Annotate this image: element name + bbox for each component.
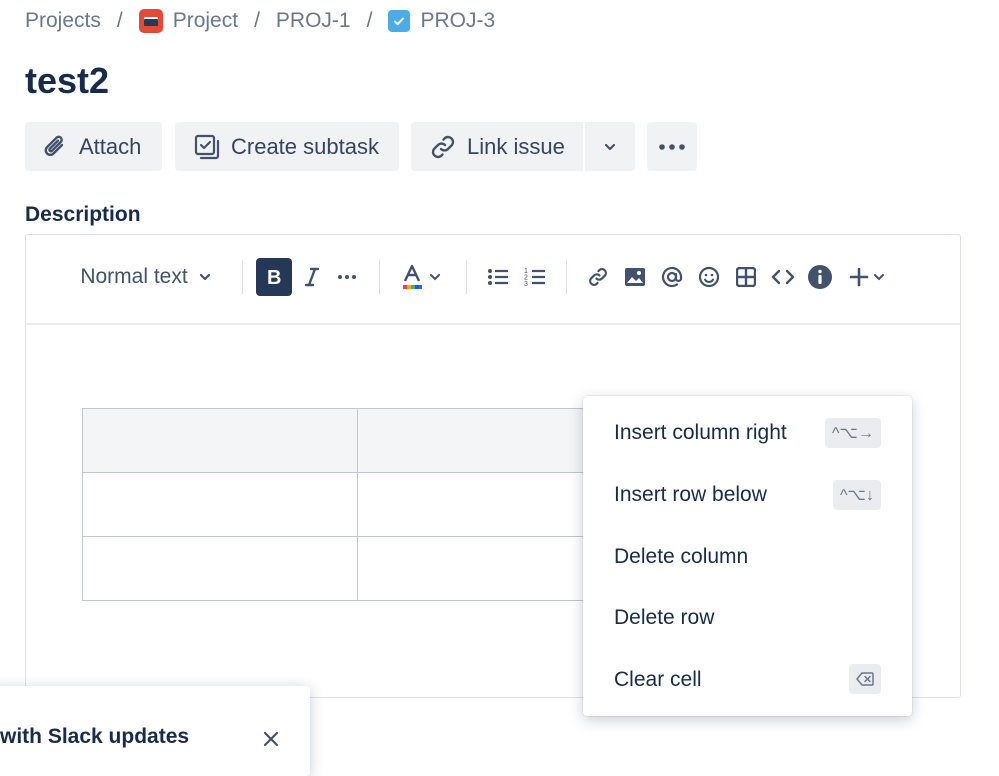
text-style-dropdown[interactable]: Normal text bbox=[71, 258, 221, 296]
breadcrumb-current-issue[interactable]: PROJ-3 bbox=[388, 9, 495, 33]
plus-icon bbox=[849, 267, 869, 287]
close-icon bbox=[263, 731, 279, 747]
more-actions-button[interactable] bbox=[647, 122, 697, 171]
info-panel-button[interactable] bbox=[805, 258, 835, 296]
italic-button[interactable] bbox=[297, 258, 327, 296]
create-subtask-button[interactable]: Create subtask bbox=[175, 122, 399, 171]
breadcrumb: Projects / Project / PROJ-1 / PROJ-3 bbox=[25, 6, 495, 36]
menu-item-insert-row-below[interactable]: Insert row below bbox=[614, 483, 767, 507]
chevron-down-icon bbox=[430, 274, 440, 281]
chevron-down-icon bbox=[604, 143, 616, 150]
editor-table[interactable] bbox=[82, 408, 584, 601]
code-icon bbox=[771, 269, 795, 285]
close-flag-button[interactable] bbox=[260, 728, 282, 750]
task-checkbox-icon bbox=[388, 10, 411, 32]
link-issue-button[interactable]: Link issue bbox=[411, 122, 583, 171]
table-cell[interactable] bbox=[82, 536, 358, 601]
more-horizontal-icon bbox=[659, 143, 685, 150]
more-formatting-button[interactable] bbox=[332, 258, 362, 296]
insert-more-button[interactable] bbox=[843, 258, 891, 296]
bullet-list-button[interactable] bbox=[483, 258, 513, 296]
description-label: Description bbox=[25, 203, 141, 226]
toolbar-divider bbox=[379, 260, 380, 294]
issue-title[interactable]: test2 bbox=[25, 60, 109, 102]
bullet-list-icon bbox=[488, 269, 508, 285]
breadcrumb-separator: / bbox=[116, 9, 123, 32]
breadcrumb-project-label: Project bbox=[172, 9, 239, 32]
flag-message: with Slack updates bbox=[0, 725, 190, 748]
text-color-button[interactable] bbox=[395, 258, 447, 296]
toolbar-divider bbox=[242, 260, 243, 294]
link-icon bbox=[589, 268, 607, 286]
table-row bbox=[82, 472, 584, 537]
more-horizontal-icon bbox=[338, 275, 356, 279]
numbered-list-button[interactable]: 123 bbox=[520, 258, 550, 296]
text-style-label: Normal text bbox=[80, 265, 188, 288]
table-button[interactable] bbox=[731, 258, 761, 296]
italic-icon bbox=[304, 267, 320, 287]
breadcrumb-project[interactable]: Project bbox=[138, 9, 239, 33]
table-header-cell[interactable] bbox=[82, 408, 358, 473]
menu-item-delete-column[interactable]: Delete column bbox=[614, 545, 748, 569]
svg-text:B: B bbox=[267, 267, 281, 287]
table-cell[interactable] bbox=[357, 472, 584, 537]
breadcrumb-projects[interactable]: Projects bbox=[25, 9, 101, 33]
svg-text:3: 3 bbox=[524, 281, 528, 287]
emoji-button[interactable] bbox=[694, 258, 724, 296]
table-row bbox=[82, 536, 584, 601]
table-cell[interactable] bbox=[357, 536, 584, 601]
emoji-icon bbox=[698, 266, 720, 288]
info-icon bbox=[808, 265, 832, 289]
mention-icon bbox=[661, 266, 683, 288]
project-avatar-icon bbox=[138, 9, 163, 33]
numbered-list-icon: 123 bbox=[524, 268, 545, 287]
menu-item-delete-row[interactable]: Delete row bbox=[614, 606, 714, 630]
chevron-down-icon bbox=[874, 274, 884, 281]
link-button[interactable] bbox=[583, 258, 613, 296]
table-context-menu: Insert column right ^⌥→ Insert row below… bbox=[583, 396, 912, 716]
editor-toolbar: Normal text B 123 bbox=[25, 235, 960, 325]
breadcrumb-separator: / bbox=[254, 9, 260, 32]
attach-label: Attach bbox=[79, 133, 142, 159]
link-issue-dropdown-button[interactable] bbox=[585, 122, 635, 171]
mention-button[interactable] bbox=[657, 258, 687, 296]
breadcrumb-parent-issue[interactable]: PROJ-1 bbox=[276, 9, 351, 33]
table-icon bbox=[736, 267, 756, 287]
subtask-icon bbox=[194, 134, 220, 159]
menu-item-clear-cell[interactable]: Clear cell bbox=[614, 668, 702, 692]
backspace-key-icon bbox=[849, 664, 881, 694]
table-cell[interactable] bbox=[82, 472, 358, 537]
toolbar-divider bbox=[566, 260, 567, 294]
text-color-icon bbox=[403, 264, 422, 289]
table-header-row bbox=[82, 408, 584, 473]
table-header-cell[interactable] bbox=[357, 408, 584, 473]
create-subtask-label: Create subtask bbox=[231, 133, 379, 159]
link-icon bbox=[431, 135, 455, 158]
breadcrumb-separator: / bbox=[366, 9, 373, 32]
menu-item-insert-column-right[interactable]: Insert column right bbox=[614, 421, 787, 445]
image-button[interactable] bbox=[620, 258, 650, 296]
breadcrumb-parent-label: PROJ-1 bbox=[275, 9, 351, 32]
paperclip-icon bbox=[44, 135, 64, 156]
bold-button[interactable]: B bbox=[256, 258, 292, 296]
toolbar-divider bbox=[466, 260, 467, 294]
shortcut-badge: ^⌥→ bbox=[825, 418, 881, 448]
bold-icon: B bbox=[267, 267, 281, 287]
link-issue-label: Link issue bbox=[467, 133, 565, 159]
chevron-down-icon bbox=[199, 273, 210, 281]
image-icon bbox=[625, 268, 645, 286]
breadcrumb-current-label: PROJ-3 bbox=[420, 9, 496, 32]
attach-button[interactable]: Attach bbox=[25, 122, 162, 171]
code-block-button[interactable] bbox=[768, 258, 798, 296]
shortcut-badge: ^⌥↓ bbox=[833, 480, 881, 510]
breadcrumb-projects-label: Projects bbox=[25, 9, 101, 32]
